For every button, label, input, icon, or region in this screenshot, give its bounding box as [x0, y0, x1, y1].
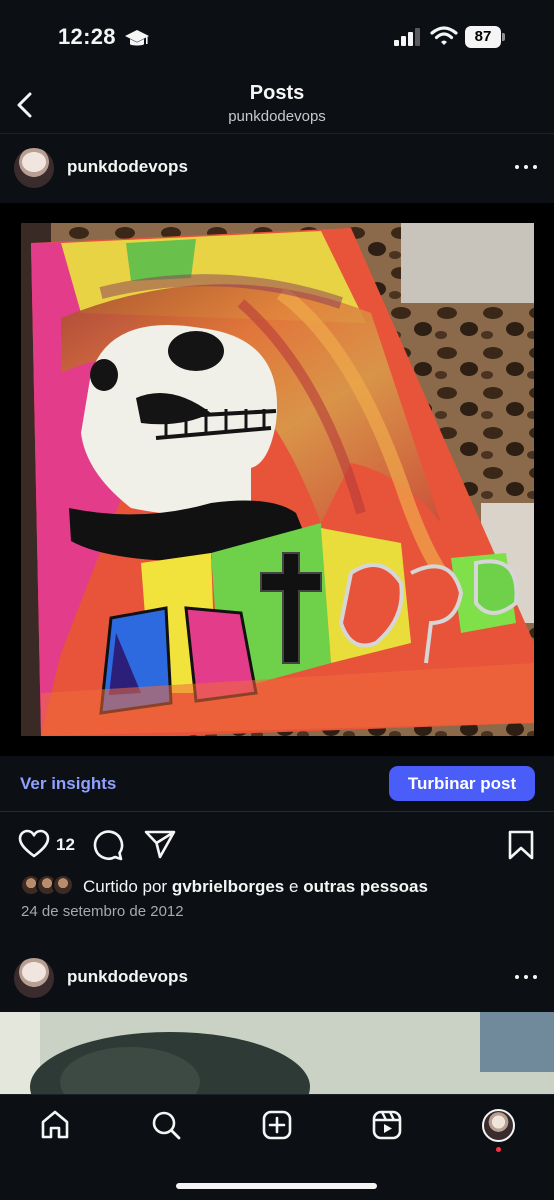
liked-by-row[interactable]: Curtido por gvbrielborges e outras pesso… — [20, 874, 540, 900]
status-bar: 12:28 87 — [0, 0, 554, 74]
liked-by-user[interactable]: gvbrielborges — [172, 877, 284, 896]
post-date: 24 de setembro de 2012 — [21, 903, 184, 920]
more-options-button[interactable] — [512, 157, 540, 177]
page-title: Posts — [249, 82, 305, 104]
post-username[interactable]: punkdodevops — [67, 157, 188, 177]
create-icon[interactable] — [261, 1109, 293, 1141]
wifi-icon — [430, 26, 458, 45]
liked-by-others[interactable]: outras pessoas — [303, 877, 428, 896]
post-header: punkdodevops — [0, 945, 554, 1011]
heart-icon[interactable] — [18, 829, 50, 859]
avatar[interactable] — [14, 958, 54, 998]
boost-post-button[interactable]: Turbinar post — [389, 766, 535, 801]
cellular-signal-icon — [394, 28, 420, 46]
like-count[interactable]: 12 — [56, 835, 75, 855]
post-actions: 12 — [0, 826, 554, 866]
notification-dot — [496, 1147, 501, 1152]
page-subtitle: punkdodevops — [228, 108, 326, 125]
liked-by-text[interactable]: Curtido por gvbrielborges e outras pesso… — [83, 877, 428, 897]
comment-icon[interactable] — [92, 829, 124, 861]
reels-icon[interactable] — [371, 1109, 403, 1141]
post-username[interactable]: punkdodevops — [67, 967, 188, 987]
page-header: Posts punkdodevops — [0, 74, 554, 134]
bookmark-icon[interactable] — [508, 830, 534, 860]
painting-photo — [21, 223, 534, 736]
insights-row: Ver insights Turbinar post — [0, 756, 554, 812]
home-indicator[interactable] — [176, 1183, 377, 1189]
avatar[interactable] — [14, 148, 54, 188]
artwork-illustration — [21, 223, 534, 736]
more-options-button[interactable] — [512, 967, 540, 987]
home-icon[interactable] — [39, 1109, 71, 1141]
graduation-cap-icon — [125, 30, 149, 46]
battery-level: 87 — [465, 26, 501, 48]
view-insights-link[interactable]: Ver insights — [20, 774, 116, 794]
liker-avatar — [52, 874, 74, 896]
post-header: punkdodevops — [0, 135, 554, 201]
profile-avatar[interactable] — [482, 1109, 515, 1142]
post-image[interactable] — [0, 1012, 554, 1094]
post-image[interactable] — [0, 203, 554, 756]
search-icon[interactable] — [150, 1109, 182, 1141]
status-time: 12:28 — [58, 24, 116, 49]
battery-indicator: 87 — [465, 26, 505, 48]
share-icon[interactable] — [144, 829, 176, 859]
